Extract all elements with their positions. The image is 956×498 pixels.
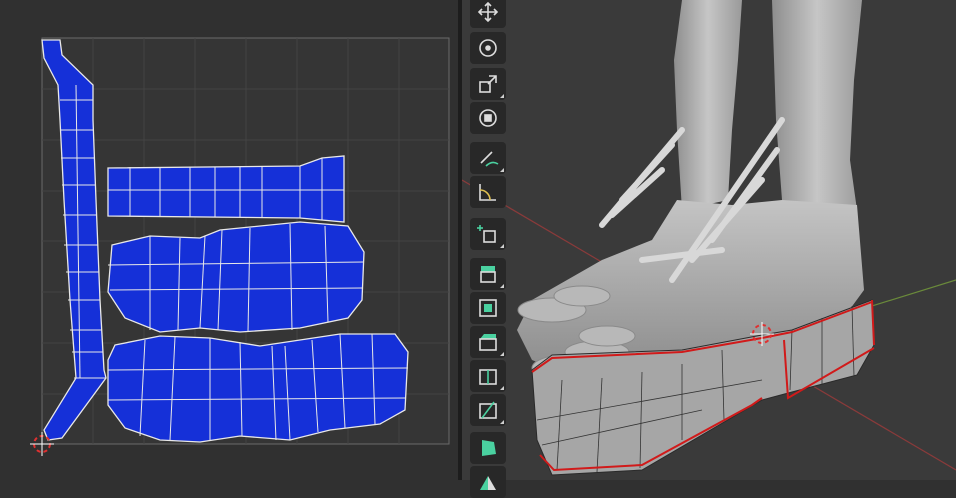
scale-icon [479,75,497,93]
uv-editor[interactable] [0,0,458,480]
add-cube-icon [477,225,496,243]
measure-tool[interactable] [470,176,506,208]
move-icon [477,1,499,23]
add-cube-tool[interactable] [470,218,506,250]
spin-tool[interactable] [470,466,506,498]
transform-tool[interactable] [470,102,506,134]
rotate-icon [479,39,497,57]
transform-icon [479,109,497,127]
annotate-icon [480,151,499,167]
knife-tool[interactable] [470,394,506,426]
leg-right [772,0,862,220]
bevel-tool[interactable] [470,326,506,358]
bevel-icon [479,334,497,351]
loop-cut-tool[interactable] [470,360,506,392]
uv-island-sole-lower[interactable] [107,333,409,443]
poly-build-tool[interactable] [470,432,506,464]
inset-icon [479,299,497,317]
move-tool[interactable] [470,0,506,28]
loop-cut-icon [479,369,497,385]
spin-icon [480,476,496,490]
leg-left [674,0,742,210]
rotate-tool[interactable] [470,32,506,64]
uv-canvas[interactable] [0,0,458,480]
knife-icon [479,401,497,419]
extrude-icon [480,266,496,283]
scale-tool[interactable] [470,68,506,100]
annotate-tool[interactable] [470,142,506,174]
measure-icon [479,184,496,201]
inset-tool[interactable] [470,292,506,324]
extrude-tool[interactable] [470,258,506,290]
3d-viewport[interactable] [462,0,956,480]
viewport-toolbar [470,0,508,498]
poly-build-icon [482,440,496,456]
viewport-scene[interactable] [462,0,956,480]
